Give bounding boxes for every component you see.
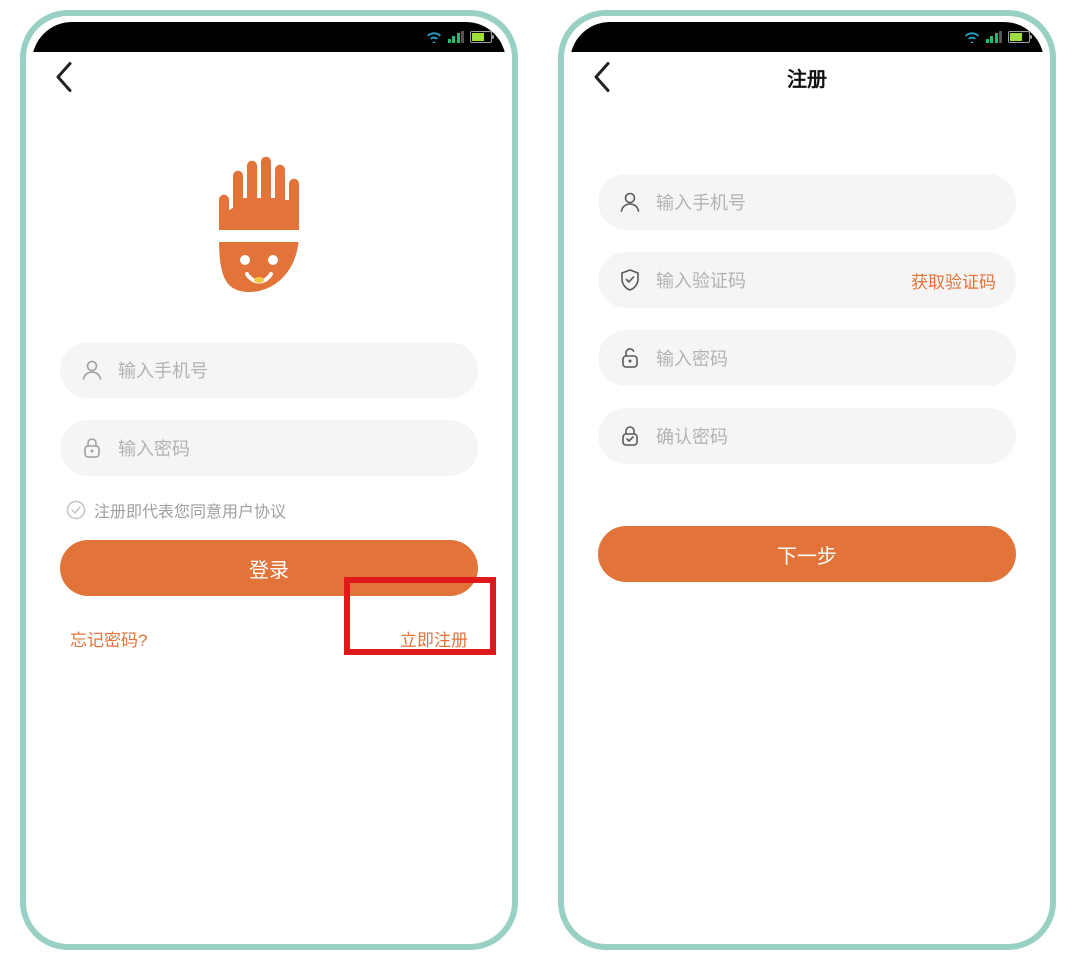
reg-code-input[interactable]: 输入验证码 获取验证码: [598, 252, 1016, 308]
battery-icon: [1008, 31, 1030, 43]
status-icons: [426, 22, 493, 52]
signal-icon: [448, 31, 465, 43]
app-logo: [60, 152, 478, 302]
reg-password-input[interactable]: 输入密码: [598, 330, 1016, 386]
lock-icon: [80, 436, 104, 460]
reg-phone-placeholder: 输入手机号: [656, 189, 996, 215]
forgot-password-link[interactable]: 忘记密码?: [70, 626, 147, 651]
nav-bar: 注册: [570, 52, 1044, 102]
phone-placeholder: 输入手机号: [118, 357, 458, 383]
password-input[interactable]: 输入密码: [60, 420, 478, 476]
phone-notch: [727, 22, 887, 44]
register-screen-phone: 3:26 PM 注册 输入手机号: [558, 10, 1056, 950]
page-title: 注册: [570, 63, 1044, 92]
wifi-icon: [964, 31, 980, 43]
login-screen-phone: 3:26 PM: [20, 10, 518, 950]
reg-confirm-input[interactable]: 确认密码: [598, 408, 1016, 464]
terms-text: 注册即代表您同意用户协议: [94, 498, 286, 522]
next-button-label: 下一步: [777, 540, 837, 569]
lock-open-icon: [618, 346, 642, 370]
register-link[interactable]: 立即注册: [400, 626, 468, 651]
battery-icon: [470, 31, 492, 43]
reg-code-placeholder: 输入验证码: [656, 267, 897, 293]
reg-phone-input[interactable]: 输入手机号: [598, 174, 1016, 230]
lock-check-icon: [618, 424, 642, 448]
status-icons: [964, 22, 1031, 52]
wifi-icon: [426, 31, 442, 43]
shield-check-icon: [618, 268, 642, 292]
chevron-left-icon: [593, 62, 611, 92]
signal-icon: [986, 31, 1003, 43]
get-code-button[interactable]: 获取验证码: [911, 268, 996, 293]
back-button[interactable]: [50, 63, 78, 91]
password-placeholder: 输入密码: [118, 435, 458, 461]
reg-confirm-placeholder: 确认密码: [656, 423, 996, 449]
user-icon: [618, 190, 642, 214]
terms-row[interactable]: 注册即代表您同意用户协议: [66, 498, 478, 522]
back-button[interactable]: [588, 63, 616, 91]
phone-notch: [189, 22, 349, 44]
check-circle-icon: [66, 500, 86, 520]
nav-bar: [32, 52, 506, 102]
login-button-label: 登录: [249, 554, 289, 583]
login-button[interactable]: 登录: [60, 540, 478, 596]
user-icon: [80, 358, 104, 382]
next-button[interactable]: 下一步: [598, 526, 1016, 582]
phone-input[interactable]: 输入手机号: [60, 342, 478, 398]
reg-password-placeholder: 输入密码: [656, 345, 996, 371]
chevron-left-icon: [55, 62, 73, 92]
